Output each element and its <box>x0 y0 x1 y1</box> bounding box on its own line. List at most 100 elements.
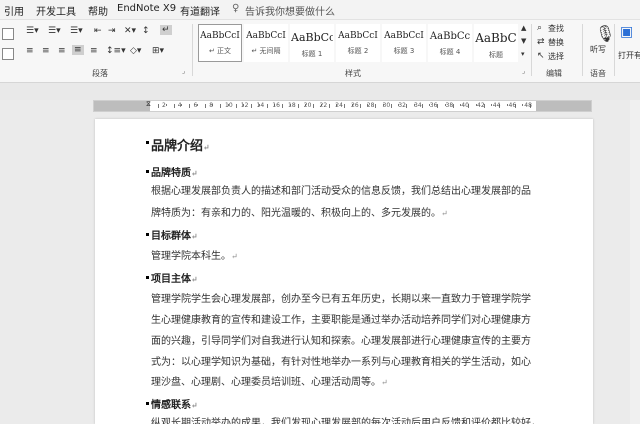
tab-references[interactable]: 引用 <box>4 3 24 18</box>
character-border-icon[interactable] <box>2 28 14 40</box>
ruler-number: 36 <box>429 102 438 109</box>
ruler-tick <box>359 104 361 108</box>
borders-icon[interactable]: ⊞▾ <box>152 46 164 56</box>
section-heading[interactable]: 目标群体↵ <box>151 227 198 242</box>
paragraph-dialog-launcher-icon[interactable]: ⌟ <box>182 67 185 75</box>
ruler-number: 18 <box>288 102 296 109</box>
ruler-tick <box>189 104 190 108</box>
style-title[interactable]: AaBbC 标题 <box>474 24 518 62</box>
justify-icon[interactable]: ≡ <box>72 45 84 55</box>
body-line[interactable]: 式为：以心理学知识为基础，有针对性地举办一系列与心理教育相关的学生活动，如心 <box>151 353 531 368</box>
style-heading-3[interactable]: AaBbCcI 标题 3 <box>382 24 426 62</box>
tab-developer[interactable]: 开发工具 <box>36 3 76 18</box>
gallery-scroll-down-icon[interactable]: ▼ <box>521 37 526 45</box>
style-name: 标题 <box>489 51 503 59</box>
vertical-scrollbar[interactable] <box>630 100 640 424</box>
ruler-number: 22 <box>319 102 328 109</box>
body-line[interactable]: 面的兴趣，引导同学们对自我进行认知和探索。心理发展部进行心理健康宣传的主要方 <box>151 332 531 347</box>
character-shading-icon[interactable] <box>2 48 14 60</box>
lightbulb-icon: ♀ <box>232 3 240 14</box>
ruler-number: 6 <box>193 102 198 109</box>
document-page[interactable]: 品牌介绍↵ 品牌特质↵ 根据心理发展部负责人的描述和部门活动受众的信息反馈，我们… <box>95 119 593 424</box>
horizontal-ruler[interactable]: ⧖ 2 4 6 8 10 12 14 16 18 20 22 24 26 28 30 32 34 36 38 40 42… <box>93 100 592 112</box>
ruler-number: 48 <box>524 102 532 109</box>
microphone-icon[interactable]: 🎙 <box>595 24 615 43</box>
paragraph-group-label: 段落 <box>92 69 108 78</box>
align-left-icon[interactable]: ≡ <box>26 46 34 56</box>
body-line[interactable]: 根据心理发展部负责人的描述和部门活动受众的信息反馈，我们总结出心理发展部的品 <box>151 182 531 197</box>
select-icon[interactable]: ↖ <box>537 51 545 61</box>
replace-icon[interactable]: ⇄ <box>537 37 545 47</box>
ribbon-spacer <box>0 83 640 100</box>
style-name: 标题 1 <box>301 50 323 58</box>
bullets-icon[interactable]: ☰▾ <box>26 26 39 36</box>
body-line[interactable]: 管理学院本科生。↵ <box>151 247 238 262</box>
ruler-number: 10 <box>225 102 233 109</box>
body-line[interactable]: 生心理健康教育的宣传和建设工作，主要职能是通过举办活动培养同学们对心理健康方 <box>151 311 531 326</box>
increase-indent-icon[interactable]: ⇥ <box>108 26 116 36</box>
body-line[interactable]: 管理学院学生会心理发展部，创办至今已有五年历史，长期以来一直致力于管理学院学 <box>151 290 531 305</box>
document-title[interactable]: 品牌介绍↵ <box>151 135 210 154</box>
style-heading-1[interactable]: AaBbCc 标题 1 <box>290 24 334 62</box>
ruler-tick <box>297 104 299 108</box>
paragraph-mark-bullet <box>146 170 149 173</box>
body-line[interactable]: 理沙盘、心理剧、心理委员培训班、心理活动周等。↵ <box>151 373 388 388</box>
style-name: 标题 4 <box>439 48 461 56</box>
tab-endnote[interactable]: EndNote X9 <box>117 3 176 14</box>
find-icon[interactable]: ⌕ <box>537 23 542 33</box>
tell-me-search[interactable]: 告诉我你想要做什么 <box>245 3 335 18</box>
select-button[interactable]: 选择 <box>548 51 564 62</box>
style-no-spacing[interactable]: AaBbCcI ↵ 无间隔 <box>244 24 288 62</box>
dictate-button[interactable]: 听写 <box>590 44 606 55</box>
chinese-layout-icon[interactable]: ✕▾ <box>124 26 136 36</box>
style-normal[interactable]: AaBbCcI ↵ 正文 <box>198 24 242 62</box>
gallery-more-icon[interactable]: ▾ <box>521 50 525 58</box>
style-name: 标题 2 <box>347 47 369 55</box>
style-preview: AaBbCcI <box>200 31 240 41</box>
section-heading[interactable]: 品牌特质↵ <box>151 164 198 179</box>
find-button[interactable]: 查找 <box>548 23 564 34</box>
ribbon-tab-bar: 引用 开发工具 帮助 EndNote X9 有道翻译 ♀ 告诉我你想要做什么 <box>0 0 640 20</box>
style-name: ↵ 正文 <box>208 47 232 55</box>
ruler-number: 44 <box>492 102 501 109</box>
ruler-number: 40 <box>461 102 469 109</box>
sort-icon[interactable]: ↕ <box>142 26 150 36</box>
section-heading[interactable]: 情感联系↵ <box>151 396 198 411</box>
ruler-tick <box>235 104 237 108</box>
youdao-open-button[interactable]: 打开有道 <box>618 50 640 61</box>
ruler-number: 14 <box>256 102 265 109</box>
ruler-number: 28 <box>366 102 375 109</box>
distributed-icon[interactable]: ≡ <box>90 46 98 56</box>
body-line[interactable]: 纵观长期活动举办的成果，我们发现心理发展部的每次活动后用户反馈和评价都比较好， <box>151 414 541 424</box>
ruler-number: 32 <box>398 102 406 109</box>
style-heading-4[interactable]: AaBbCc 标题 4 <box>428 24 472 62</box>
shading-icon[interactable]: ◇▾ <box>130 46 141 56</box>
replace-button[interactable]: 替换 <box>548 37 564 48</box>
decrease-indent-icon[interactable]: ⇤ <box>94 26 102 36</box>
styles-dialog-launcher-icon[interactable]: ⌟ <box>522 67 525 75</box>
ruler-tick <box>406 104 407 108</box>
indent-marker-icon[interactable]: ⧖ <box>146 100 151 109</box>
tab-youdao[interactable]: 有道翻译 <box>180 3 220 18</box>
ruler-tick <box>220 104 221 108</box>
section-heading[interactable]: 项目主体↵ <box>151 270 198 285</box>
style-heading-2[interactable]: AaBbCcI 标题 2 <box>336 24 380 62</box>
tab-help[interactable]: 帮助 <box>88 3 108 18</box>
style-preview: AaBbCcI <box>246 31 286 41</box>
ruler-tick <box>313 104 314 108</box>
show-marks-icon[interactable]: ↵ <box>160 25 172 35</box>
gallery-scroll-up-icon[interactable]: ▲ <box>521 24 526 32</box>
numbering-icon[interactable]: ☰▾ <box>48 26 61 36</box>
ruler-tick <box>251 104 252 108</box>
ruler-tick <box>204 104 206 108</box>
youdao-icon[interactable]: ▣ <box>620 24 633 40</box>
multilevel-list-icon[interactable]: ☰▾ <box>70 26 83 36</box>
paragraph-mark-bullet <box>146 233 149 236</box>
body-line[interactable]: 牌特质为：有亲和力的、阳光温暖的、积极向上的、多元发展的。↵ <box>151 204 448 219</box>
style-name: 标题 3 <box>393 47 415 55</box>
align-center-icon[interactable]: ≡ <box>42 46 50 56</box>
ruler-number: 34 <box>414 102 422 109</box>
align-right-icon[interactable]: ≡ <box>58 46 66 56</box>
group-divider <box>614 24 615 76</box>
line-spacing-icon[interactable]: ↕≡▾ <box>106 46 126 56</box>
